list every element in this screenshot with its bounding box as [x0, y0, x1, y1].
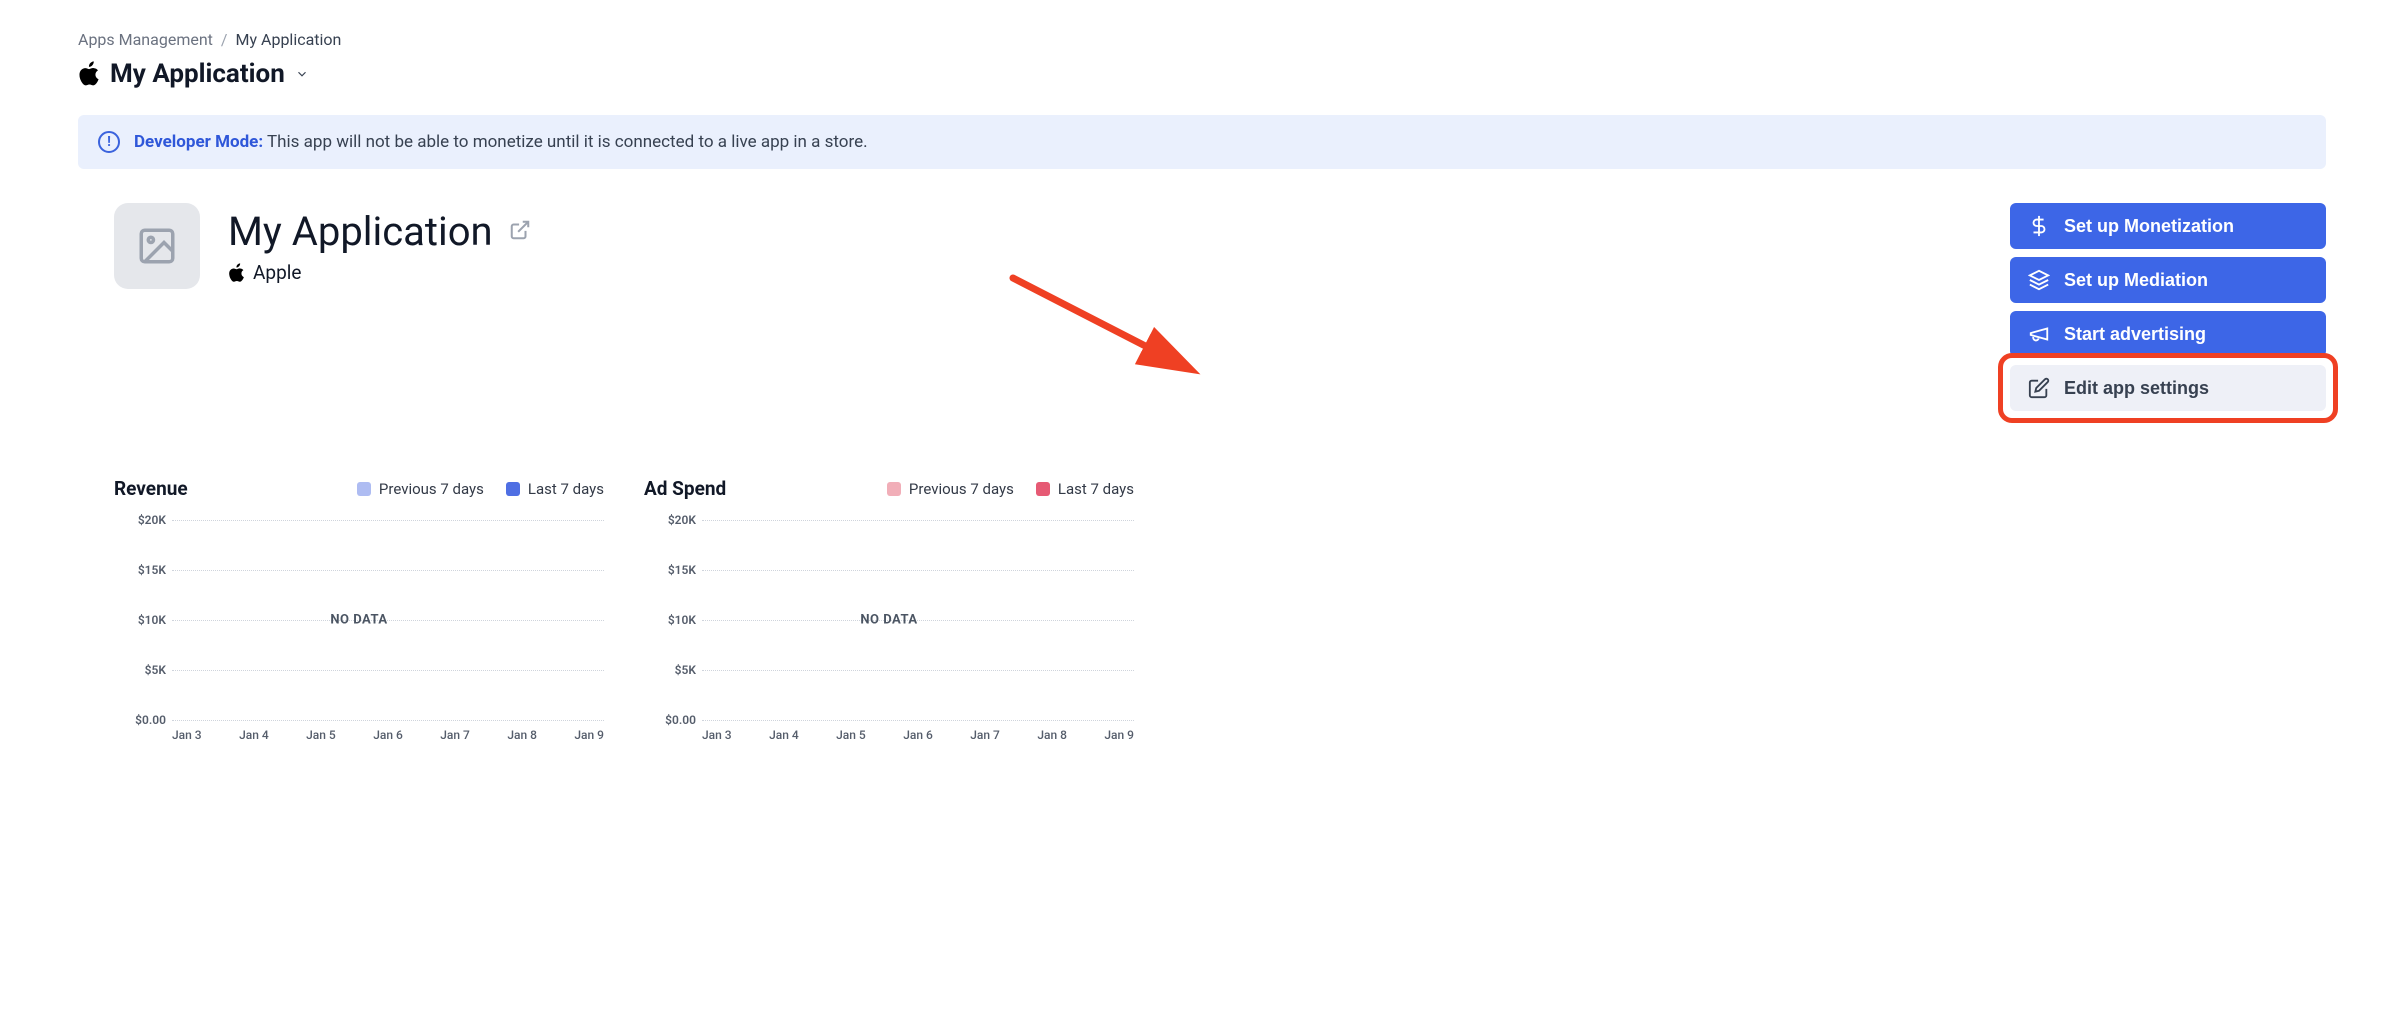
y-tick: $15K [644, 563, 696, 577]
alert-title: Developer Mode: [134, 132, 263, 152]
edit-app-settings-label: Edit app settings [2064, 378, 2209, 399]
setup-monetization-label: Set up Monetization [2064, 216, 2234, 237]
x-tick: Jan 5 [836, 728, 866, 742]
x-tick: Jan 9 [1104, 728, 1134, 742]
megaphone-icon [2028, 323, 2050, 345]
apple-icon [228, 263, 245, 283]
no-data-label: NO DATA [644, 613, 1134, 628]
app-platform: Apple [253, 261, 301, 284]
alert-message: This app will not be able to monetize un… [267, 132, 868, 152]
x-tick: Jan 8 [507, 728, 537, 742]
y-tick: $0.00 [114, 713, 166, 727]
x-tick: Jan 6 [903, 728, 933, 742]
x-tick: Jan 7 [440, 728, 470, 742]
x-tick: Jan 3 [172, 728, 202, 742]
adspend-chart-body: $20K $15K $10K $5K $0.00 NO DATA Jan 3 J… [644, 520, 1134, 720]
info-icon: ! [98, 131, 120, 153]
y-tick: $20K [644, 513, 696, 527]
x-tick: Jan 9 [574, 728, 604, 742]
adspend-chart-title: Ad Spend [644, 477, 726, 500]
image-icon [136, 225, 178, 267]
y-tick: $15K [114, 563, 166, 577]
x-tick: Jan 6 [373, 728, 403, 742]
app-name: My Application [228, 208, 493, 255]
no-data-label: NO DATA [114, 613, 604, 628]
breadcrumb-separator: / [221, 30, 228, 49]
breadcrumb: Apps Management / My Application [78, 30, 2326, 49]
revenue-chart-body: $20K $15K $10K $5K $0.00 NO DATA Jan 3 J… [114, 520, 604, 720]
y-tick: $5K [644, 663, 696, 677]
annotation-arrow [1008, 273, 1208, 383]
dollar-icon [2028, 215, 2050, 237]
app-selector[interactable]: My Application [78, 59, 2326, 89]
app-selector-name: My Application [110, 59, 285, 89]
breadcrumb-current: My Application [236, 30, 342, 49]
revenue-chart: Revenue Previous 7 days Last 7 days $20K… [114, 477, 604, 720]
x-tick: Jan 5 [306, 728, 336, 742]
start-advertising-label: Start advertising [2064, 324, 2206, 345]
actions-panel: Set up Monetization Set up Mediation Sta… [2010, 203, 2326, 411]
setup-mediation-label: Set up Mediation [2064, 270, 2208, 291]
x-tick: Jan 7 [970, 728, 1000, 742]
x-axis: Jan 3 Jan 4 Jan 5 Jan 6 Jan 7 Jan 8 Jan … [702, 728, 1134, 742]
edit-app-settings-button[interactable]: Edit app settings [2010, 365, 2326, 411]
legend-prev-label: Previous 7 days [379, 480, 484, 498]
start-advertising-button[interactable]: Start advertising [2010, 311, 2326, 357]
adspend-chart: Ad Spend Previous 7 days Last 7 days $20… [644, 477, 1134, 720]
legend-swatch-prev [887, 482, 901, 496]
x-tick: Jan 4 [239, 728, 269, 742]
apple-icon [78, 61, 100, 87]
developer-mode-alert: ! Developer Mode: This app will not be a… [78, 115, 2326, 169]
revenue-chart-title: Revenue [114, 477, 188, 500]
legend-swatch-prev [357, 482, 371, 496]
legend-swatch-last [506, 482, 520, 496]
y-tick: $5K [114, 663, 166, 677]
edit-icon [2028, 377, 2050, 399]
layers-icon [2028, 269, 2050, 291]
setup-monetization-button[interactable]: Set up Monetization [2010, 203, 2326, 249]
y-tick: $0.00 [644, 713, 696, 727]
legend-last-label: Last 7 days [1058, 480, 1134, 498]
legend-swatch-last [1036, 482, 1050, 496]
x-tick: Jan 3 [702, 728, 732, 742]
legend-prev-label: Previous 7 days [909, 480, 1014, 498]
y-tick: $20K [114, 513, 166, 527]
x-axis: Jan 3 Jan 4 Jan 5 Jan 6 Jan 7 Jan 8 Jan … [172, 728, 604, 742]
x-tick: Jan 4 [769, 728, 799, 742]
revenue-legend: Previous 7 days Last 7 days [357, 480, 604, 498]
app-info: My Application Apple [78, 203, 1970, 289]
x-tick: Jan 8 [1037, 728, 1067, 742]
setup-mediation-button[interactable]: Set up Mediation [2010, 257, 2326, 303]
chevron-down-icon [295, 67, 309, 81]
legend-last-label: Last 7 days [528, 480, 604, 498]
app-icon-placeholder [114, 203, 200, 289]
adspend-legend: Previous 7 days Last 7 days [887, 480, 1134, 498]
external-link-icon[interactable] [509, 219, 531, 245]
breadcrumb-parent[interactable]: Apps Management [78, 30, 213, 49]
